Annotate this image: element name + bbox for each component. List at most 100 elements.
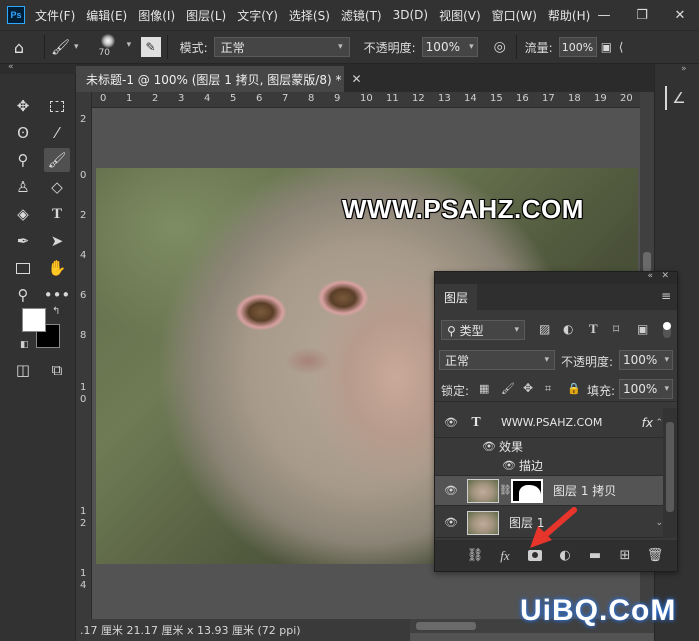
ruler-tick-label: 0 <box>80 170 87 181</box>
layer-name: 图层 1 拷贝 <box>553 484 617 498</box>
menu-layer[interactable]: 图层(L) <box>186 7 226 24</box>
status-bar: .17 厘米 21.17 厘米 x 13.93 厘米 (72 ppi) <box>76 619 410 641</box>
home-icon[interactable]: ⌂ <box>0 38 38 57</box>
close-icon[interactable]: ✕ <box>661 271 669 281</box>
move-tool-icon[interactable]: ✥ <box>10 94 36 118</box>
brush-tool-icon[interactable]: 🖌 <box>44 148 70 172</box>
vertical-scroll-thumb[interactable] <box>643 252 651 272</box>
lock-transparency-icon[interactable]: ▦ <box>479 382 489 395</box>
document-tab[interactable]: 未标题-1 @ 100% (图层 1 拷贝, 图层蒙版/8) * ✕ <box>76 66 362 92</box>
swap-colors-icon[interactable]: ↰ <box>52 306 60 317</box>
filter-toggle[interactable] <box>663 322 671 338</box>
horizontal-scroll-thumb[interactable] <box>416 622 476 630</box>
hand-tool-icon[interactable]: ✋ <box>44 256 70 280</box>
brush-settings-icon[interactable]: ✎ <box>140 37 161 57</box>
close-button[interactable]: ✕ <box>661 0 699 30</box>
chevron-up-icon[interactable]: ⌃ <box>655 418 663 428</box>
new-layer-icon[interactable]: ⊞ <box>615 547 635 565</box>
layers-scrollbar[interactable] <box>663 408 677 538</box>
marquee-tool-icon[interactable] <box>44 94 70 118</box>
lock-position-icon[interactable]: ✥ <box>523 381 533 395</box>
layer-filter-dropdown[interactable]: ⚲ 类型 ▾ <box>441 320 525 340</box>
maximize-button[interactable]: ❐ <box>623 0 661 30</box>
visibility-eye-icon[interactable]: 👁 <box>479 440 499 453</box>
lasso-tool-icon[interactable]: ʘ <box>10 121 36 145</box>
layer-row-text[interactable]: 👁 T WWW.PSAHZ.COM fx ⌃ <box>435 408 663 438</box>
filter-shape-icon[interactable]: ⌑ <box>613 322 619 336</box>
screen-mode-icon[interactable]: ⧉ <box>44 358 70 382</box>
menu-window[interactable]: 窗口(W) <box>492 7 537 24</box>
visibility-eye-icon[interactable]: 👁 <box>441 416 461 429</box>
layer-effect-stroke[interactable]: 👁 描边 <box>435 456 663 476</box>
close-icon[interactable]: ✕ <box>351 72 361 86</box>
layer-mask-thumbnail[interactable] <box>511 478 543 503</box>
menu-help[interactable]: 帮助(H) <box>548 7 590 24</box>
foreground-color-swatch[interactable] <box>22 308 46 332</box>
collapse-icon[interactable]: « <box>647 271 653 281</box>
brush-size-picker[interactable]: 70 ▾ <box>93 32 137 62</box>
path-selection-tool-icon[interactable]: ➤ <box>44 229 70 253</box>
link-icon[interactable]: ⛓ <box>499 485 512 496</box>
filter-pixel-icon[interactable]: ▨ <box>539 322 550 336</box>
menu-edit[interactable]: 编辑(E) <box>86 7 127 24</box>
blend-mode-dropdown[interactable]: 正常 ▾ <box>439 350 555 370</box>
pressure-opacity-icon[interactable]: ◎ <box>490 39 510 55</box>
menu-bar: Ps 文件(F) 编辑(E) 图像(I) 图层(L) 文字(Y) 选择(S) 滤… <box>0 0 699 30</box>
vertical-ruler[interactable]: 202468101214 <box>76 92 92 619</box>
opacity-field[interactable]: 100% ▾ <box>421 37 478 57</box>
chevron-down-icon[interactable]: ⌄ <box>655 518 663 528</box>
lock-pixels-icon[interactable]: 🖌 <box>501 382 515 395</box>
visibility-eye-icon[interactable]: 👁 <box>499 459 519 472</box>
collapse-left-icon[interactable]: « <box>8 62 14 72</box>
rectangle-tool-icon[interactable] <box>10 256 36 280</box>
clone-stamp-tool-icon[interactable]: ♙ <box>10 175 36 199</box>
filter-type-icon[interactable]: T <box>589 321 598 337</box>
layer-opacity-field[interactable]: 100% ▾ <box>619 350 673 370</box>
pen-tool-icon[interactable]: ✒ <box>10 229 36 253</box>
quick-mask-icon[interactable]: ◫ <box>10 358 36 382</box>
visibility-eye-icon[interactable]: 👁 <box>441 484 461 497</box>
link-layers-icon[interactable]: ⛓ <box>465 547 485 565</box>
filter-smart-object-icon[interactable]: ▣ <box>637 322 648 336</box>
airbrush-icon[interactable]: ▣ <box>601 40 617 54</box>
menu-select[interactable]: 选择(S) <box>289 7 330 24</box>
layer-effects-group[interactable]: 👁 效果 <box>435 436 663 456</box>
eraser-tool-icon[interactable]: ◇ <box>44 175 70 199</box>
eyedropper-tool-icon[interactable]: ⚲ <box>10 148 36 172</box>
menu-3d[interactable]: 3D(D) <box>393 8 428 22</box>
minimize-button[interactable]: — <box>585 0 623 30</box>
smoothing-icon[interactable]: ⟨ <box>619 40 635 54</box>
paint-bucket-tool-icon[interactable]: ◈ <box>10 202 36 226</box>
lock-all-icon[interactable]: 🔒 <box>567 382 581 395</box>
delete-layer-icon[interactable]: 🗑 <box>645 547 665 565</box>
type-tool-icon[interactable]: T <box>44 202 70 226</box>
menu-file[interactable]: 文件(F) <box>35 7 75 24</box>
layer-fx-icon[interactable]: fx <box>642 416 653 430</box>
horizontal-ruler[interactable]: 0 1 2 3 4 5 6 7 8 9 10 11 12 13 14 15 16 17 18 19 20 <box>92 92 640 108</box>
menu-view[interactable]: 视图(V) <box>439 7 481 24</box>
mode-dropdown[interactable]: 正常 ▾ <box>213 37 350 57</box>
chevron-down-icon: ▾ <box>338 42 343 52</box>
fill-field[interactable]: 100% ▾ <box>619 379 673 399</box>
zoom-tool-icon[interactable]: ⚲ <box>10 283 36 307</box>
filter-adjustment-icon[interactable]: ◐ <box>563 322 573 336</box>
properties-panel-icon[interactable]: ∠ <box>665 86 691 110</box>
collapse-right-icon[interactable]: » <box>681 64 687 74</box>
visibility-eye-icon[interactable]: 👁 <box>441 516 461 529</box>
brush-tool-preset[interactable]: 🖌 ▾ <box>51 38 79 56</box>
more-tools-icon[interactable]: ••• <box>44 283 71 307</box>
menu-image[interactable]: 图像(I) <box>138 7 175 24</box>
lock-artboard-icon[interactable]: ⌗ <box>545 382 551 396</box>
panel-menu-icon[interactable]: ≡ <box>661 289 671 303</box>
blend-row: 正常 ▾ 不透明度: 100% ▾ <box>435 348 677 372</box>
layer-row-copy-selected[interactable]: 👁 ⛓ 图层 1 拷贝 <box>435 476 663 506</box>
default-colors-icon[interactable]: ◧ <box>20 340 29 350</box>
flow-field[interactable]: 100% <box>558 37 597 57</box>
menu-filter[interactable]: 滤镜(T) <box>341 7 382 24</box>
tab-layers[interactable]: 图层 <box>435 284 477 310</box>
layers-scroll-thumb[interactable] <box>666 422 674 512</box>
add-layer-style-icon[interactable]: fx <box>495 547 515 565</box>
menu-type[interactable]: 文字(Y) <box>237 7 278 24</box>
magic-wand-tool-icon[interactable]: ⁄ <box>44 121 70 145</box>
new-group-icon[interactable]: ▬ <box>585 547 605 565</box>
